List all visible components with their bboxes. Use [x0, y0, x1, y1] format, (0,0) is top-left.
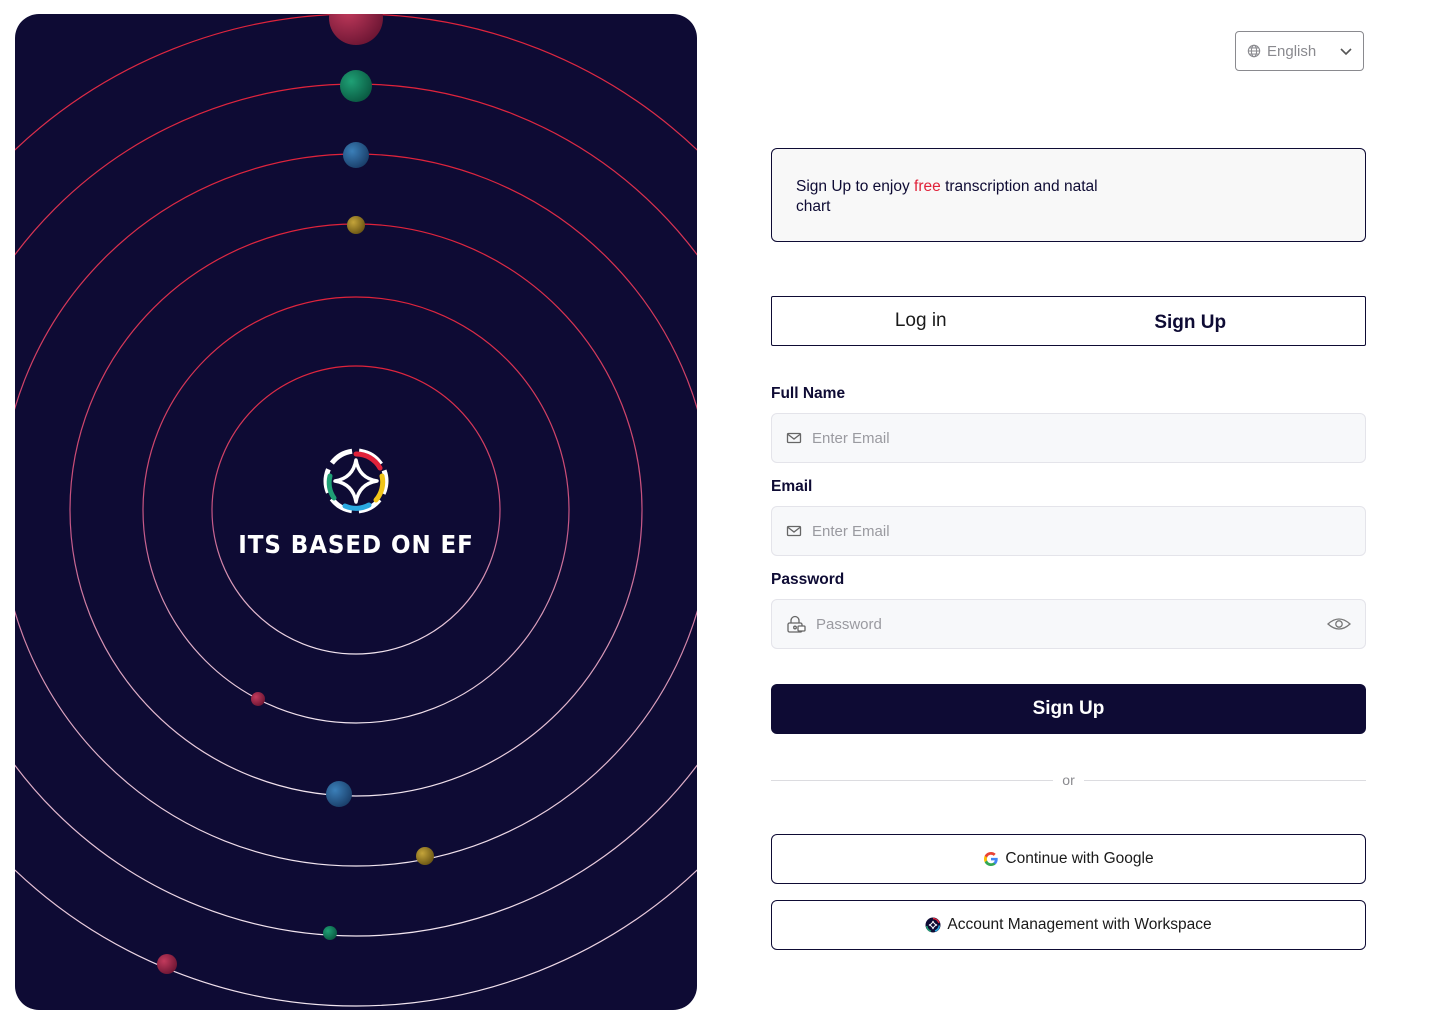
divider-line-right: [1083, 779, 1367, 781]
full-name-label: Full Name: [771, 385, 846, 402]
planet-gold-bottom: [416, 847, 434, 865]
planet-red-bottom: [157, 954, 177, 974]
planet-gold-top: [347, 216, 365, 234]
sign-up-button[interactable]: Sign Up: [771, 684, 1366, 734]
email-field[interactable]: [771, 506, 1366, 556]
eye-icon[interactable]: [1327, 616, 1351, 632]
auth-tabs: Log in Sign Up: [771, 296, 1366, 346]
planet-green-bottom: [323, 926, 337, 940]
mail-icon: [786, 432, 802, 444]
full-name-field[interactable]: [771, 413, 1366, 463]
tab-log-in[interactable]: Log in: [772, 297, 1056, 345]
full-name-input[interactable]: [810, 428, 1351, 448]
brand-name: ITS BASED ON EF: [238, 530, 474, 559]
planet-green-top: [340, 70, 372, 102]
brand-logo: ITS BASED ON EF: [15, 446, 697, 559]
promo-text-before: Sign Up to enjoy: [796, 178, 915, 195]
divider-line-left: [771, 779, 1054, 781]
promo-highlight: free: [914, 178, 941, 195]
promo-banner: Sign Up to enjoy free transcription and …: [771, 148, 1366, 242]
language-selector[interactable]: English: [1235, 31, 1364, 71]
or-divider: or: [771, 770, 1367, 790]
planet-red-small: [251, 692, 265, 706]
hero-panel: ITS BASED ON EF: [15, 14, 697, 1010]
tab-sign-up[interactable]: Sign Up: [1056, 297, 1366, 345]
password-label: Password: [771, 571, 845, 588]
email-input[interactable]: [810, 521, 1351, 541]
google-button-label: Continue with Google: [1005, 850, 1154, 867]
continue-with-google-button[interactable]: Continue with Google: [771, 834, 1366, 884]
divider-text: or: [1062, 772, 1075, 788]
lock-icon: [787, 615, 806, 633]
promo-text: Sign Up to enjoy free transcription and …: [796, 177, 1116, 217]
language-label: English: [1267, 42, 1317, 60]
planet-blue-top: [343, 142, 369, 168]
planet-blue-bottom: [326, 781, 352, 807]
password-field[interactable]: [771, 599, 1366, 649]
google-icon: [984, 852, 999, 866]
planet-red-top: [329, 14, 383, 45]
mail-icon: [786, 525, 802, 537]
chevron-down-icon: [1340, 48, 1352, 56]
workspace-account-button[interactable]: Account Management with Workspace: [771, 900, 1366, 950]
diamond-star-ring-icon: [323, 448, 389, 514]
globe-icon: [1247, 44, 1261, 58]
email-label: Email: [771, 478, 813, 495]
workspace-button-label: Account Management with Workspace: [947, 916, 1212, 933]
password-input[interactable]: [814, 614, 1319, 634]
workspace-logo-icon: [925, 917, 941, 933]
